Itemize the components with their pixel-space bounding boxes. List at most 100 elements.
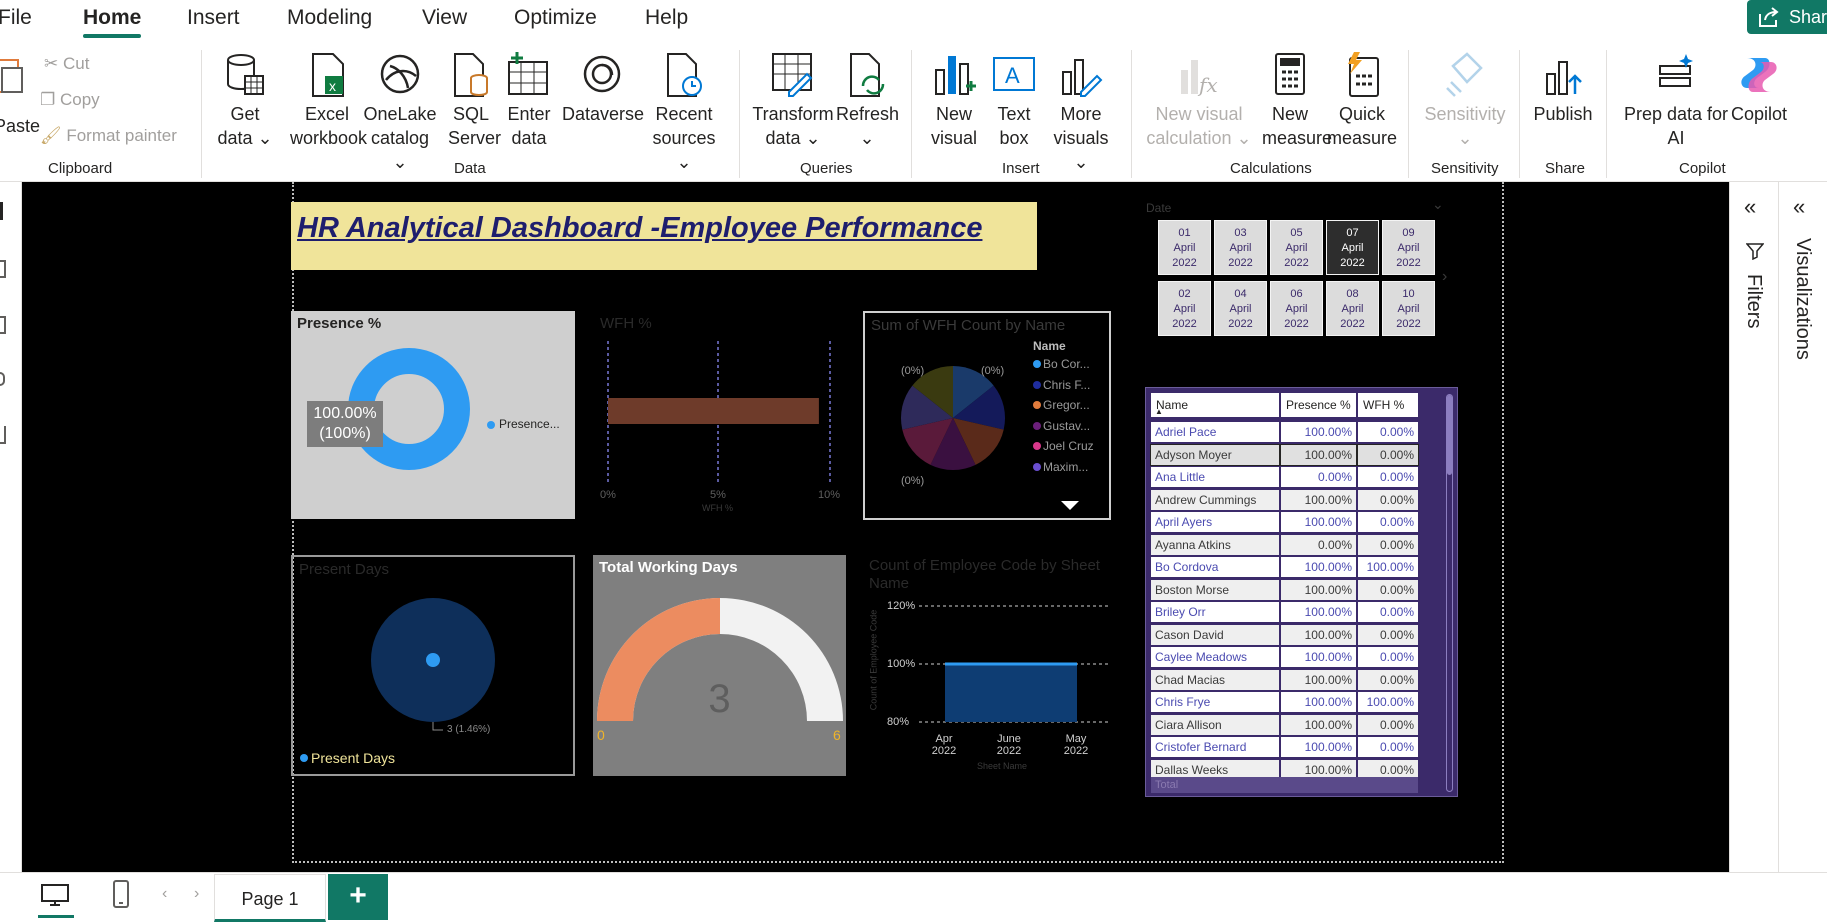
present-days-slice[interactable] bbox=[426, 653, 440, 667]
new-visual-button[interactable]: New visual bbox=[926, 52, 982, 150]
model-view-icon[interactable] bbox=[0, 316, 6, 334]
legend-item[interactable]: Chris F... bbox=[1033, 378, 1090, 392]
enter-data-button[interactable]: Enter data bbox=[506, 52, 552, 150]
legend-item[interactable]: Joel Cruz bbox=[1033, 439, 1094, 453]
employee-code-column-visual[interactable]: Count of Employee Code by Sheet Name 120… bbox=[863, 555, 1113, 776]
tab-file[interactable]: File bbox=[0, 6, 32, 30]
tab-optimize[interactable]: Optimize bbox=[514, 6, 597, 30]
date-option[interactable]: 01 April 2022 bbox=[1158, 220, 1211, 275]
collapse-filters-icon[interactable]: « bbox=[1744, 194, 1756, 220]
share-button[interactable]: Share bbox=[1747, 0, 1827, 34]
total-working-days-gauge[interactable]: Total Working Days 3 0 6 bbox=[593, 555, 846, 776]
next-page-icon[interactable]: › bbox=[194, 885, 199, 903]
wfh-bar-visual[interactable]: WFH % 0% 5% 10% WFH % bbox=[594, 311, 850, 519]
tab-view[interactable]: View bbox=[422, 6, 467, 30]
legend-item[interactable]: Gregor... bbox=[1033, 398, 1090, 412]
previous-page-icon[interactable]: ‹ bbox=[162, 885, 167, 903]
wfh-bar[interactable] bbox=[608, 398, 819, 424]
visualizations-pane[interactable]: « Visualizations bbox=[1778, 182, 1827, 922]
column-header-presence[interactable]: Presence % bbox=[1281, 393, 1356, 417]
legend-scroll-down-icon[interactable] bbox=[1061, 501, 1079, 510]
slicer-chevron-icon[interactable]: ⌄ bbox=[1432, 196, 1444, 213]
publish-icon bbox=[1546, 61, 1582, 95]
paste-button[interactable]: Paste bbox=[0, 54, 40, 136]
table-row[interactable]: Bo Cordova 100.00% 100.00% bbox=[1151, 557, 1418, 578]
table-row[interactable]: Ana Little 0.00% 0.00% bbox=[1151, 467, 1418, 488]
date-option[interactable]: 04 April 2022 bbox=[1214, 281, 1267, 336]
presence-donut-visual[interactable]: Presence % 100.00% (100%) Presence... bbox=[291, 311, 575, 519]
prep-data-for-ai-button[interactable]: Prep data for AI bbox=[1620, 52, 1732, 150]
tab-modeling[interactable]: Modeling bbox=[287, 6, 372, 30]
table-scrollbar[interactable] bbox=[1446, 394, 1453, 792]
date-option[interactable]: 07 April 2022 bbox=[1326, 220, 1379, 275]
table-row[interactable]: Cristofer Bernard 100.00% 0.00% bbox=[1151, 737, 1418, 758]
transform-data-button[interactable]: Transform data ⌄ bbox=[752, 52, 834, 150]
table-row[interactable]: Ayanna Atkins 0.00% 0.00% bbox=[1151, 534, 1418, 556]
date-option[interactable]: 08 April 2022 bbox=[1326, 281, 1379, 336]
quick-measure-button[interactable]: Quick measure bbox=[1322, 52, 1402, 150]
legend-item[interactable]: Bo Cor... bbox=[1033, 357, 1090, 371]
copy-button[interactable]: ❐ Copy bbox=[40, 90, 100, 110]
table-row[interactable]: Briley Orr 100.00% 0.00% bbox=[1151, 602, 1418, 623]
date-slicer[interactable]: Date ⌄ 01 April 2022 03 April 2022 05 April 2022… bbox=[1144, 196, 1456, 342]
publish-button[interactable]: Publish bbox=[1530, 52, 1596, 126]
date-option[interactable]: 03 April 2022 bbox=[1214, 220, 1267, 275]
tab-home[interactable]: Home bbox=[83, 6, 141, 30]
new-measure-button[interactable]: New measure bbox=[1262, 52, 1332, 150]
scrollbar-thumb[interactable] bbox=[1447, 395, 1452, 475]
onelake-catalog-button[interactable]: OneLake catalog ⌄ bbox=[362, 52, 438, 174]
sql-server-button[interactable]: SQL Server bbox=[448, 52, 501, 150]
format-painter-button[interactable]: 🖌 Format painter bbox=[40, 126, 177, 146]
filters-pane[interactable]: « Filters bbox=[1729, 182, 1778, 922]
text-box-button[interactable]: A Text box bbox=[988, 52, 1040, 150]
date-option[interactable]: 09 April 2022 bbox=[1382, 220, 1435, 275]
date-option[interactable]: 05 April 2022 bbox=[1270, 220, 1323, 275]
new-visual-calculation-button[interactable]: fx New visual calculation ⌄ bbox=[1142, 52, 1256, 150]
table-row[interactable]: Boston Morse 100.00% 0.00% bbox=[1151, 579, 1418, 601]
sensitivity-button[interactable]: Sensitivity ⌄ bbox=[1420, 52, 1510, 150]
dataverse-button[interactable]: Dataverse bbox=[562, 52, 644, 126]
slicer-next-icon[interactable]: › bbox=[1442, 268, 1447, 286]
tab-insert[interactable]: Insert bbox=[187, 6, 240, 30]
table-row[interactable]: Caylee Meadows 100.00% 0.00% bbox=[1151, 647, 1418, 668]
more-visuals-button[interactable]: More visuals ⌄ bbox=[1044, 52, 1118, 174]
excel-workbook-button[interactable]: x Excel workbook bbox=[290, 52, 367, 150]
tmdl-view-icon[interactable] bbox=[0, 426, 6, 444]
get-data-button[interactable]: Get data ⌄ bbox=[216, 52, 274, 150]
cell-name: Caylee Meadows bbox=[1151, 647, 1279, 667]
table-row[interactable]: Cason David 100.00% 0.00% bbox=[1151, 624, 1418, 646]
date-option[interactable]: 02 April 2022 bbox=[1158, 281, 1211, 336]
recent-sources-button[interactable]: Recent sources ⌄ bbox=[646, 52, 722, 174]
table-row[interactable]: Adyson Moyer 100.00% 0.00% bbox=[1150, 443, 1419, 466]
date-option[interactable]: 10 April 2022 bbox=[1382, 281, 1435, 336]
employee-table[interactable]: Name ▲ Presence % WFH % Adriel Pace 100.00… bbox=[1145, 387, 1458, 797]
dax-query-view-icon[interactable] bbox=[0, 372, 5, 386]
cut-button[interactable]: ✂ Cut bbox=[44, 54, 89, 74]
report-view-icon[interactable] bbox=[0, 202, 3, 220]
table-row[interactable]: Chad Macias 100.00% 0.00% bbox=[1151, 669, 1418, 691]
legend-item[interactable]: Maxim... bbox=[1033, 460, 1088, 474]
column-header-wfh[interactable]: WFH % bbox=[1358, 393, 1418, 417]
dashboard-title-box[interactable]: HR Analytical Dashboard -Employee Perfor… bbox=[291, 202, 1037, 270]
add-page-button[interactable]: + bbox=[328, 874, 388, 920]
page-tab[interactable]: Page 1 bbox=[214, 874, 326, 922]
cell-name: Ana Little bbox=[1151, 467, 1279, 487]
table-row[interactable]: Ciara Allison 100.00% 0.00% bbox=[1151, 714, 1418, 736]
column-header-name[interactable]: Name ▲ bbox=[1151, 393, 1279, 417]
legend-item[interactable]: Gustav... bbox=[1033, 419, 1090, 433]
column-bar[interactable] bbox=[945, 664, 1077, 722]
table-row[interactable]: Chris Frye 100.00% 100.00% bbox=[1151, 692, 1418, 713]
refresh-button[interactable]: Refresh ⌄ bbox=[836, 52, 899, 150]
wfh-count-pie-visual[interactable]: Sum of WFH Count by Name (0%) (0%) (0%) … bbox=[863, 311, 1111, 520]
copilot-button[interactable]: Copilot bbox=[1724, 52, 1794, 126]
mobile-layout-icon[interactable] bbox=[112, 879, 130, 909]
table-row[interactable]: Andrew Cummings 100.00% 0.00% bbox=[1151, 489, 1418, 511]
date-option[interactable]: 06 April 2022 bbox=[1270, 281, 1323, 336]
table-view-icon[interactable] bbox=[0, 260, 6, 278]
table-row[interactable]: April Ayers 100.00% 0.00% bbox=[1151, 512, 1418, 533]
desktop-layout-icon[interactable] bbox=[40, 883, 70, 907]
collapse-visualizations-icon[interactable]: « bbox=[1793, 194, 1805, 220]
present-days-visual[interactable]: Present Days 3 (1.46%) Present Days bbox=[291, 555, 575, 776]
table-row[interactable]: Adriel Pace 100.00% 0.00% bbox=[1151, 422, 1418, 443]
tab-help[interactable]: Help bbox=[645, 6, 688, 30]
